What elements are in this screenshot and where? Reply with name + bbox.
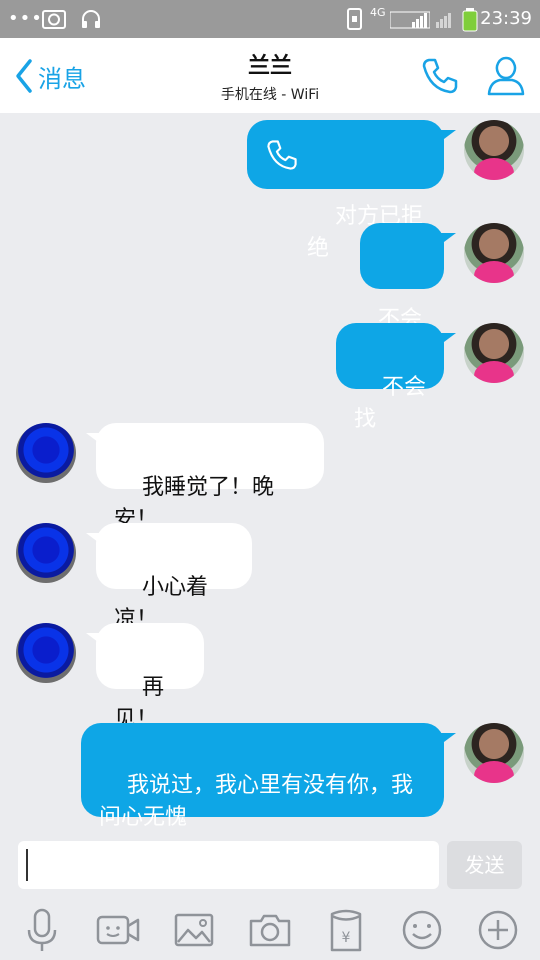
avatar[interactable] xyxy=(464,223,524,283)
message-row: 再见！ xyxy=(0,623,540,732)
text-cursor xyxy=(26,849,28,881)
contact-profile-button[interactable] xyxy=(486,54,526,98)
message-row: 我睡觉了！晚安！ xyxy=(0,423,540,532)
message-text: 我说过，我心里有没有你，我 问心无愧 xyxy=(99,773,413,830)
plus-icon[interactable] xyxy=(474,906,522,954)
message-bubble[interactable]: 小心着凉！ xyxy=(96,523,252,632)
status-time: 23:39 xyxy=(480,8,532,29)
red-packet-icon[interactable]: ¥ xyxy=(322,906,370,954)
message-bubble[interactable]: 我睡觉了！晚安！ xyxy=(96,423,324,532)
message-bubble[interactable]: 再见！ xyxy=(96,623,204,732)
svg-text:¥: ¥ xyxy=(342,930,351,946)
avatar[interactable] xyxy=(464,723,524,783)
bubble-tail xyxy=(440,333,456,345)
avatar[interactable] xyxy=(464,120,524,180)
message-input[interactable] xyxy=(18,841,439,889)
message-bubble[interactable]: 我说过，我心里有没有你，我 问心无愧 xyxy=(81,723,444,830)
chat-header: 消息 兰兰 手机在线 - WiFi xyxy=(0,38,540,113)
microphone-icon[interactable] xyxy=(18,906,66,954)
message-row: 我说过，我心里有没有你，我 问心无愧 xyxy=(0,723,540,830)
message-row: 对方已拒绝 xyxy=(0,120,540,261)
battery-icon xyxy=(462,8,478,32)
bubble-tail xyxy=(440,233,456,245)
message-row: 不会找 xyxy=(0,323,540,432)
emoji-icon[interactable] xyxy=(398,906,446,954)
message-bubble[interactable]: 对方已拒绝 xyxy=(247,120,444,261)
headphones-icon xyxy=(82,10,100,28)
status-bar: ••• 4G 23:39 xyxy=(0,0,540,38)
avatar[interactable] xyxy=(16,623,76,683)
phone-call-button[interactable] xyxy=(420,56,460,96)
avatar[interactable] xyxy=(16,523,76,583)
video-icon[interactable] xyxy=(94,906,142,954)
message-bubble[interactable]: 不会 xyxy=(360,223,444,332)
send-button[interactable]: 发送 xyxy=(447,841,522,889)
avatar[interactable] xyxy=(464,323,524,383)
signal-secondary-icon xyxy=(436,13,451,28)
message-row: 不会 xyxy=(0,223,540,332)
input-toolbar: ¥ xyxy=(0,900,540,960)
avatar[interactable] xyxy=(16,423,76,483)
message-bubble[interactable]: 不会找 xyxy=(336,323,444,432)
sim-data-icon xyxy=(347,8,362,30)
bubble-tail xyxy=(440,130,456,142)
image-icon[interactable] xyxy=(170,906,218,954)
signal-icon xyxy=(390,11,430,29)
network-type: 4G xyxy=(370,6,386,19)
message-row: 小心着凉！ xyxy=(0,523,540,632)
phone-icon xyxy=(267,140,297,170)
more-dots-icon: ••• xyxy=(8,8,43,29)
camera-icon[interactable] xyxy=(246,906,294,954)
bubble-tail xyxy=(440,733,456,745)
screenshot-icon xyxy=(42,10,66,29)
